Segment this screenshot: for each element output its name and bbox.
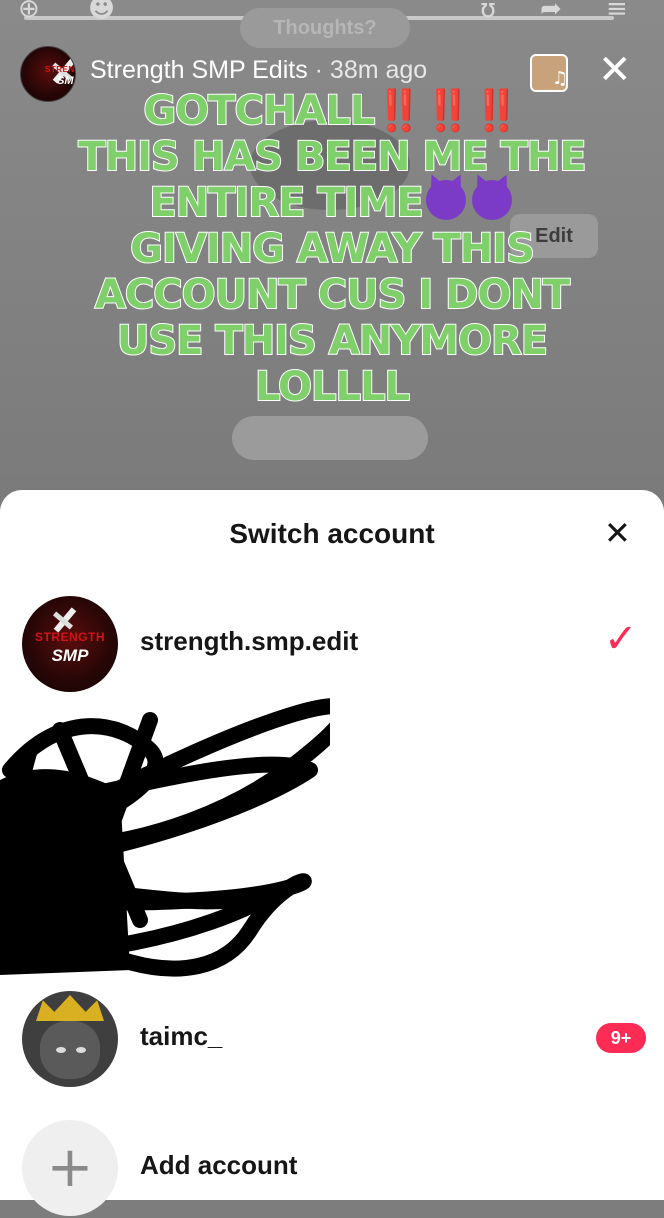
avatar-face xyxy=(40,1021,100,1079)
caption-bangs: ‼️‼️‼️ xyxy=(374,88,521,134)
notification-badge: 9+ xyxy=(596,1023,646,1053)
thoughts-bubble: Thoughts? xyxy=(240,8,410,48)
story-timestamp: · 38m ago xyxy=(307,56,428,84)
caption-line-5: ACCOUNT CUS I DONT xyxy=(94,271,571,319)
avatar-eye xyxy=(76,1047,86,1053)
switch-account-sheet: Switch account ✕ STRENGTH SMP strength.s… xyxy=(0,490,664,1216)
caption-line-3-text: ENTIRE TIME xyxy=(148,179,424,227)
menu-icon: ≡ xyxy=(606,0,628,24)
music-note-icon: ♫ xyxy=(552,68,569,89)
checkmark-icon: ✓ xyxy=(604,616,638,662)
account-name: taimc_ xyxy=(140,1021,223,1051)
account-row-taimc[interactable]: taimc_ 9+ xyxy=(0,985,664,1087)
caption-line-4: GIVING AWAY THIS xyxy=(129,225,536,273)
scribble-redaction xyxy=(0,698,330,977)
crown-icon xyxy=(36,995,104,1021)
caption-line-3: ENTIRE TIME xyxy=(40,179,624,227)
add-college-pill xyxy=(232,416,428,460)
avatar-text-top: STRENGTH xyxy=(35,630,105,644)
add-account-row[interactable]: + Add account xyxy=(0,1118,664,1218)
story-account-label: Strength SMP Edits xyxy=(90,56,308,84)
avatar-text-bottom: SMP xyxy=(51,646,89,665)
avatar-eye xyxy=(56,1047,66,1053)
caption-line-1: GOTCHALL‼️‼️‼️ xyxy=(40,87,624,135)
plus-icon: + xyxy=(22,1120,118,1216)
add-friend-icon: ⊕ xyxy=(18,0,40,24)
close-icon[interactable]: ✕ xyxy=(604,516,631,550)
caption-line-1-text: GOTCHALL xyxy=(142,87,376,135)
face-icon: ☻ xyxy=(88,0,116,24)
story-avatar-text-bottom: SMP xyxy=(57,75,75,87)
devil-emoji-icon xyxy=(471,180,512,220)
story-avatar-text-top: STRENGTH xyxy=(45,65,75,74)
caption-line-2: THIS HAS BEEN ME THE xyxy=(77,133,587,181)
avatar xyxy=(22,991,118,1087)
account-name: strength.smp.edit xyxy=(140,626,359,656)
share-icon: ➦ xyxy=(540,0,562,24)
devil-emoji-icon xyxy=(425,180,466,220)
avatar: STRENGTH SMP xyxy=(22,596,118,692)
caption-line-6: USE THIS ANYMORE xyxy=(116,317,549,365)
story-caption: GOTCHALL‼️‼️‼️ THIS HAS BEEN ME THE ENTI… xyxy=(40,87,624,411)
story-account-name[interactable]: Strength SMP Edits · 38m ago xyxy=(90,56,427,85)
sheet-title: Switch account xyxy=(229,518,435,549)
footprint-icon: ʊ xyxy=(480,0,497,24)
close-icon[interactable]: ✕ xyxy=(598,46,632,94)
caption-line-7: LOLLLL xyxy=(254,363,411,411)
add-account-label: Add account xyxy=(140,1150,298,1180)
account-row-strength[interactable]: STRENGTH SMP strength.smp.edit ✓ xyxy=(0,590,664,692)
